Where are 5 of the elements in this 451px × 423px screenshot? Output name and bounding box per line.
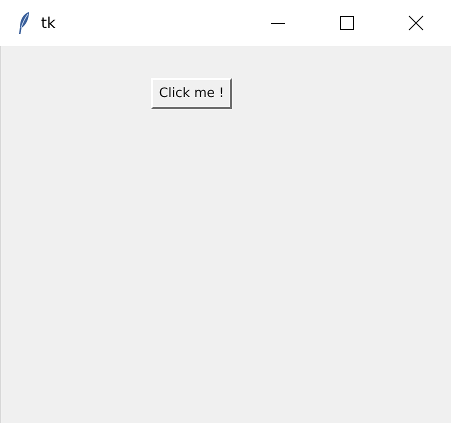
feather-icon [18, 11, 30, 35]
maximize-icon[interactable] [338, 15, 354, 31]
window-title: tk [41, 14, 56, 32]
click-button[interactable]: Click me ! [151, 78, 232, 109]
close-icon[interactable] [408, 15, 424, 31]
